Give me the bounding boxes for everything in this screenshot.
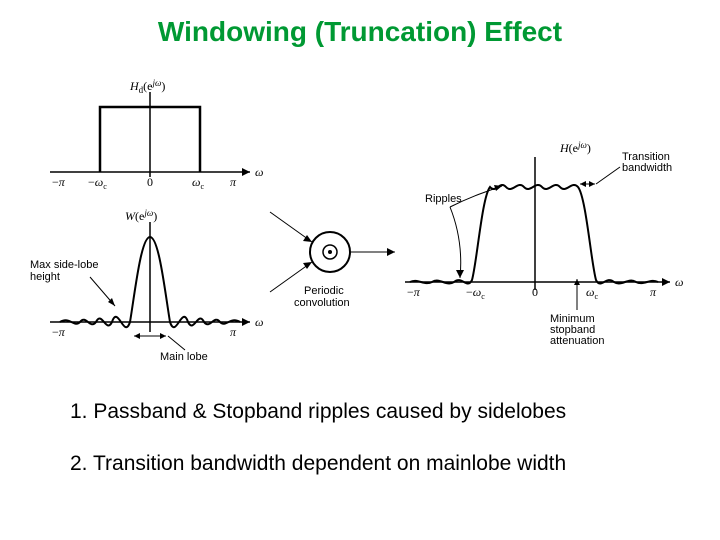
bullet-list: 1. Passband & Stopband ripples caused by…	[70, 400, 670, 504]
periodic-conv-label: Periodic convolution	[294, 285, 350, 309]
tick-neg-pi-2: −π	[52, 325, 66, 339]
tick-wc-3: ωc	[586, 285, 598, 301]
tick-neg-wc-3: −ωc	[466, 285, 485, 301]
tick-pi-2: π	[230, 325, 237, 339]
window-y-label: W(ejω)	[125, 208, 157, 223]
tick-pi: π	[230, 175, 237, 189]
mainlobe-label: Main lobe width	[159, 351, 211, 362]
tick-zero-3: 0	[532, 285, 538, 299]
ideal-y-label: Hd(ejω)	[129, 78, 165, 95]
tick-neg-wc: −ωc	[88, 175, 107, 191]
tick-neg-pi: −π	[52, 175, 66, 189]
resulting-response-plot: H(ejω) Ripples Transition bandwidth Mini…	[405, 140, 683, 347]
bullet-item-1: 1. Passband & Stopband ripples caused by…	[70, 400, 670, 424]
x-axis-omega: ω	[255, 165, 263, 179]
diagram-panel: Hd(ejω) −π −ωc 0 ωc π ω W(ejω) Max side-…	[30, 72, 690, 362]
tick-wc: ωc	[192, 175, 204, 191]
windowing-diagram: Hd(ejω) −π −ωc 0 ωc π ω W(ejω) Max side-…	[30, 72, 690, 362]
max-sidelobe-label: Max side-lobe height	[30, 259, 102, 283]
periodic-convolution-symbol: Periodic convolution	[270, 212, 395, 309]
ripples-label: Ripples	[425, 193, 462, 205]
tick-neg-pi-3: −π	[407, 285, 421, 299]
page-title: Windowing (Truncation) Effect	[0, 16, 720, 48]
result-y-label: H(ejω)	[559, 140, 591, 155]
window-spectrum-plot: W(ejω) Max side-lobe height Main lobe wi…	[30, 208, 263, 362]
bullet-item-2: 2. Transition bandwidth dependent on mai…	[70, 452, 670, 476]
min-stopband-label: Minimum stopband attenuation	[550, 313, 604, 347]
ideal-response-plot: Hd(ejω) −π −ωc 0 ωc π ω	[50, 78, 263, 191]
x-axis-omega-2: ω	[255, 315, 263, 329]
tick-pi-3: π	[650, 285, 657, 299]
x-axis-omega-3: ω	[675, 275, 683, 289]
transition-bw-label: Transition bandwidth	[622, 151, 673, 174]
tick-zero: 0	[147, 175, 153, 189]
